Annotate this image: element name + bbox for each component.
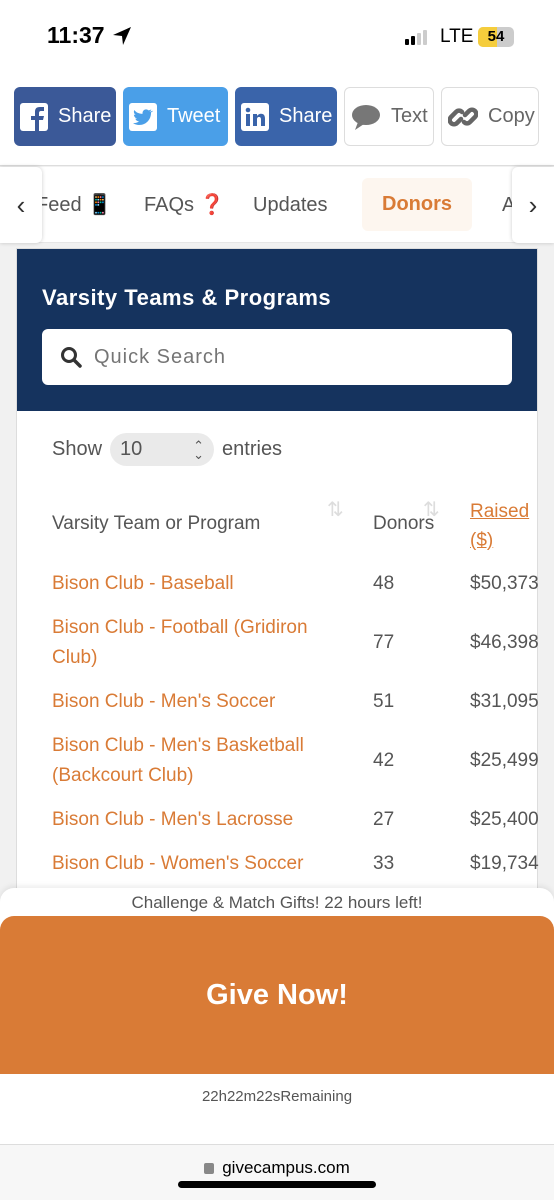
twitter-icon bbox=[129, 102, 157, 131]
twitter-tweet-button[interactable]: Tweet bbox=[123, 87, 228, 146]
facebook-icon bbox=[20, 102, 48, 131]
signal-icon bbox=[405, 30, 427, 45]
program-link[interactable]: Bison Club - Football (Gridiron Club) bbox=[52, 613, 342, 673]
search-box bbox=[42, 329, 512, 385]
program-link[interactable]: Bison Club - Men's Lacrosse bbox=[52, 805, 342, 835]
donor-count: 33 bbox=[373, 853, 395, 874]
clock: 11:37 bbox=[47, 22, 105, 48]
lock-icon bbox=[204, 1163, 215, 1174]
raised-amount: $25,400 bbox=[470, 809, 539, 830]
sort-icon[interactable]: ⇅ bbox=[423, 497, 440, 522]
program-link[interactable]: Bison Club - Men's Soccer bbox=[52, 687, 342, 717]
column-header-raised[interactable]: Raised ($) bbox=[470, 497, 534, 555]
donor-count: 51 bbox=[373, 691, 395, 712]
linkedin-icon bbox=[241, 102, 269, 131]
speech-bubble-icon bbox=[352, 104, 380, 130]
tab-bar: Feed 📱 FAQs ❓ Updates Donors A ‹ › bbox=[0, 167, 554, 243]
card-header: Varsity Teams & Programs bbox=[17, 249, 537, 411]
status-bar: 11:37 LTE 54 bbox=[0, 0, 554, 70]
entries-label: entries bbox=[222, 438, 283, 460]
copy-label: Copy bbox=[488, 105, 535, 127]
address-bar[interactable]: givecampus.com bbox=[0, 1144, 554, 1200]
url-text: givecampus.com bbox=[222, 1158, 350, 1177]
show-label: Show bbox=[52, 438, 103, 460]
raised-amount: $50,373 bbox=[470, 573, 539, 594]
tab-faqs[interactable]: FAQs ❓ bbox=[144, 167, 224, 243]
give-now-button[interactable]: Give Now! bbox=[0, 916, 554, 1074]
share-label: Share bbox=[58, 105, 112, 127]
raised-amount: $25,499 bbox=[470, 750, 539, 771]
challenge-banner: Challenge & Match Gifts! 22 hours left! bbox=[131, 893, 423, 912]
link-icon bbox=[448, 107, 478, 126]
column-header-program[interactable]: Varsity Team or Program bbox=[52, 513, 260, 535]
linkedin-share-button[interactable]: Share bbox=[235, 87, 337, 146]
location-arrow-icon bbox=[113, 27, 131, 45]
donor-count: 77 bbox=[373, 632, 395, 653]
share-bar: Share Tweet Share Text Copy bbox=[0, 70, 554, 166]
copy-link-button[interactable]: Copy bbox=[441, 87, 539, 146]
search-icon bbox=[61, 347, 82, 368]
chevron-left-icon[interactable]: ‹ bbox=[0, 167, 42, 243]
countdown: 22h22m22sRemaining bbox=[201, 1088, 353, 1105]
tweet-label: Tweet bbox=[167, 105, 221, 127]
donor-count: 42 bbox=[373, 750, 395, 771]
battery-level: 54 bbox=[487, 28, 505, 45]
text-label: Text bbox=[391, 105, 428, 127]
raised-amount: $31,095 bbox=[470, 691, 539, 712]
search-input[interactable] bbox=[94, 345, 474, 369]
entries-value: 10 bbox=[120, 438, 143, 460]
donor-count: 27 bbox=[373, 809, 395, 830]
facebook-share-button[interactable]: Share bbox=[14, 87, 116, 146]
sort-icon[interactable]: ⇅ bbox=[327, 497, 344, 522]
tab-feed[interactable]: Feed 📱 bbox=[36, 167, 112, 243]
program-link[interactable]: Bison Club - Baseball bbox=[52, 569, 342, 599]
program-link[interactable]: Bison Club - Men's Basketball (Backcourt… bbox=[52, 731, 342, 791]
card-title: Varsity Teams & Programs bbox=[42, 285, 332, 310]
entries-control: Show 10 ⌃ ⌄ entries bbox=[52, 433, 282, 466]
tab-donors[interactable]: Donors bbox=[362, 178, 472, 231]
program-link[interactable]: Bison Club - Women's Soccer bbox=[52, 849, 342, 879]
entries-select[interactable]: 10 ⌃ ⌄ bbox=[110, 433, 215, 466]
chevron-updown-icon: ⌃ ⌄ bbox=[193, 437, 205, 462]
text-share-button[interactable]: Text bbox=[344, 87, 434, 146]
network-type: LTE bbox=[440, 26, 474, 47]
raised-amount: $19,734 bbox=[470, 853, 539, 874]
give-panel: Challenge & Match Gifts! 22 hours left! … bbox=[0, 888, 554, 1200]
battery-icon: 54 bbox=[478, 27, 514, 47]
share-label: Share bbox=[279, 105, 333, 127]
raised-amount: $46,398 bbox=[470, 632, 539, 653]
donors-table-card: Varsity Teams & Programs Show 10 ⌃⌄ entri… bbox=[16, 248, 539, 948]
home-indicator bbox=[178, 1181, 376, 1188]
chevron-right-icon[interactable]: › bbox=[512, 167, 554, 243]
donor-count: 48 bbox=[373, 573, 395, 594]
tab-updates[interactable]: Updates bbox=[253, 167, 328, 243]
